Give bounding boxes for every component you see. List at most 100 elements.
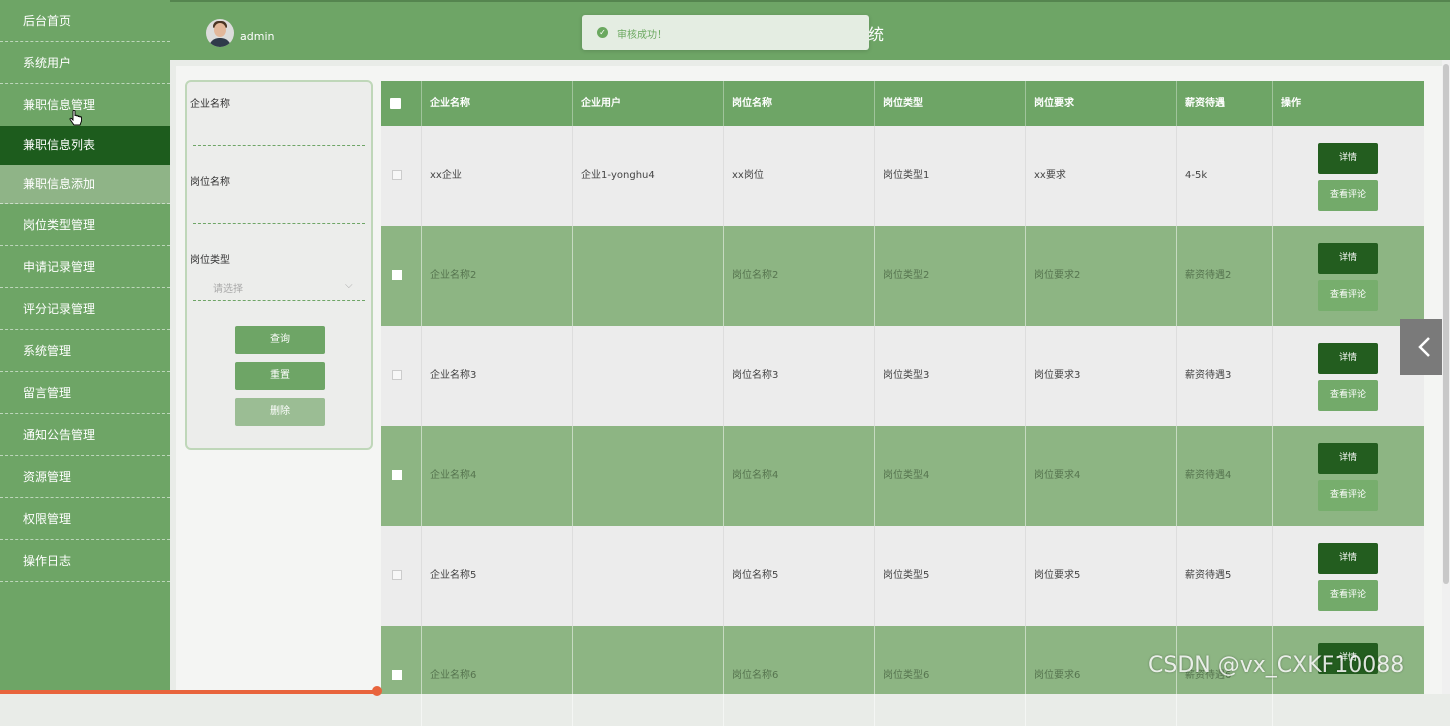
cell-job: 岗位名称3 xyxy=(724,326,875,426)
hand-cursor-icon xyxy=(69,110,82,126)
column-header: 薪资待遇 xyxy=(1177,81,1273,126)
sidebar-item-resources[interactable]: 资源管理 xyxy=(0,456,170,498)
cell-job: 岗位名称4 xyxy=(724,426,875,526)
detail-button[interactable]: 详情 xyxy=(1318,443,1378,474)
cell-company: 企业名称6 xyxy=(422,626,573,726)
sidebar: 后台首页 系统用户 兼职信息管理 兼职信息列表 兼职信息添加 岗位类型管理 申请… xyxy=(0,0,170,694)
sidebar-item-system-users[interactable]: 系统用户 xyxy=(0,42,170,84)
row-checkbox[interactable] xyxy=(392,570,402,580)
cell-user xyxy=(573,226,724,326)
view-comments-button[interactable]: 查看评论 xyxy=(1318,480,1378,511)
cell-salary: 薪资待遇5 xyxy=(1177,526,1273,626)
sidebar-item-permissions[interactable]: 权限管理 xyxy=(0,498,170,540)
sidebar-item-system-management[interactable]: 系统管理 xyxy=(0,330,170,372)
cell-job: 岗位名称2 xyxy=(724,226,875,326)
job-name-input[interactable] xyxy=(193,223,365,224)
username-label[interactable]: admin xyxy=(240,30,274,43)
avatar[interactable] xyxy=(206,19,234,47)
site-title: 统 xyxy=(868,25,885,44)
sidebar-item-job-type[interactable]: 岗位类型管理 xyxy=(0,204,170,246)
delete-button[interactable]: 删除 xyxy=(235,398,325,426)
cell-user xyxy=(573,426,724,526)
cell-salary: 薪资待遇3 xyxy=(1177,326,1273,426)
table-row: 企业名称5 岗位名称5 岗位类型5 岗位要求5 薪资待遇5 详情 查看评论 xyxy=(381,526,1424,626)
column-header: 操作 xyxy=(1281,98,1301,109)
cell-type: 岗位类型6 xyxy=(875,626,1026,726)
cell-user xyxy=(573,626,724,726)
sidebar-item-application-records[interactable]: 申请记录管理 xyxy=(0,246,170,288)
detail-button[interactable]: 详情 xyxy=(1318,543,1378,574)
view-comments-button[interactable]: 查看评论 xyxy=(1318,280,1378,311)
check-circle-icon: ✓ xyxy=(597,27,608,38)
job-type-select-underline xyxy=(193,300,365,301)
view-comments-button[interactable]: 查看评论 xyxy=(1318,180,1378,211)
sidebar-subitem-parttime-list[interactable]: 兼职信息列表 xyxy=(0,126,170,165)
table-row: xx企业 企业1-yonghu4 xx岗位 岗位类型1 xx要求 4-5k 详情… xyxy=(381,126,1424,226)
query-button[interactable]: 查询 xyxy=(235,326,325,354)
cell-company: 企业名称2 xyxy=(422,226,573,326)
cell-salary: 4-5k xyxy=(1177,126,1273,226)
detail-button[interactable]: 详情 xyxy=(1318,243,1378,274)
cell-company: 企业名称5 xyxy=(422,526,573,626)
view-comments-button[interactable]: 查看评论 xyxy=(1318,580,1378,611)
cell-type: 岗位类型4 xyxy=(875,426,1026,526)
sidebar-item-home[interactable]: 后台首页 xyxy=(0,0,170,42)
company-name-input[interactable] xyxy=(193,145,365,146)
row-checkbox[interactable] xyxy=(392,470,402,480)
scrollbar-thumb[interactable] xyxy=(1443,64,1449,584)
column-header: 岗位要求 xyxy=(1026,81,1177,126)
job-name-label: 岗位名称 xyxy=(190,177,230,188)
table-row: 企业名称4 岗位名称4 岗位类型4 岗位要求4 薪资待遇4 详情 查看评论 xyxy=(381,426,1424,526)
cell-user xyxy=(573,326,724,426)
progress-bar xyxy=(0,690,380,694)
cell-type: 岗位类型3 xyxy=(875,326,1026,426)
cell-job: 岗位名称6 xyxy=(724,626,875,726)
cell-user: 企业1-yonghu4 xyxy=(573,126,724,226)
column-header: 岗位类型 xyxy=(875,81,1026,126)
cell-type: 岗位类型5 xyxy=(875,526,1026,626)
cell-requirement: xx要求 xyxy=(1026,126,1177,226)
sidebar-item-operation-log[interactable]: 操作日志 xyxy=(0,540,170,582)
column-header: 企业名称 xyxy=(422,81,573,126)
cell-type: 岗位类型1 xyxy=(875,126,1026,226)
cell-salary: 薪资待遇2 xyxy=(1177,226,1273,326)
header-select-all xyxy=(381,81,422,126)
view-comments-button[interactable]: 查看评论 xyxy=(1318,380,1378,411)
table-row: 企业名称3 岗位名称3 岗位类型3 岗位要求3 薪资待遇3 详情 查看评论 xyxy=(381,326,1424,426)
row-checkbox[interactable] xyxy=(392,370,402,380)
cell-requirement: 岗位要求3 xyxy=(1026,326,1177,426)
row-checkbox[interactable] xyxy=(392,670,402,680)
sidebar-item-rating-records[interactable]: 评分记录管理 xyxy=(0,288,170,330)
chevron-down-icon[interactable]: ⌵ xyxy=(345,280,353,291)
column-header: 企业用户 xyxy=(573,81,724,126)
chevron-left-icon xyxy=(1418,337,1430,357)
sidebar-item-parttime-management[interactable]: 兼职信息管理 xyxy=(0,84,170,126)
success-toast: ✓ 审核成功！ xyxy=(582,15,869,50)
cell-company: 企业名称3 xyxy=(422,326,573,426)
row-checkbox[interactable] xyxy=(392,170,402,180)
progress-handle[interactable] xyxy=(372,686,382,696)
cell-requirement: 岗位要求5 xyxy=(1026,526,1177,626)
sidebar-subitem-parttime-add[interactable]: 兼职信息添加 xyxy=(0,165,170,204)
search-panel: 企业名称 岗位名称 岗位类型 请选择 ⌵ 查询 重置 删除 xyxy=(185,80,373,450)
cell-salary: 薪资待遇4 xyxy=(1177,426,1273,526)
row-checkbox[interactable] xyxy=(392,270,402,280)
detail-button[interactable]: 详情 xyxy=(1318,143,1378,174)
toast-message: 审核成功！ xyxy=(617,30,667,41)
cell-user xyxy=(573,526,724,626)
table-row: 企业名称2 岗位名称2 岗位类型2 岗位要求2 薪资待遇2 详情 查看评论 xyxy=(381,226,1424,326)
column-header: 岗位名称 xyxy=(724,81,875,126)
cell-job: 岗位名称5 xyxy=(724,526,875,626)
cell-job: xx岗位 xyxy=(724,126,875,226)
cell-company: xx企业 xyxy=(422,126,573,226)
select-all-checkbox[interactable] xyxy=(390,98,401,109)
table-header: 企业名称 企业用户 岗位名称 岗位类型 岗位要求 薪资待遇 操作 xyxy=(381,81,1424,126)
sidebar-item-notices[interactable]: 通知公告管理 xyxy=(0,414,170,456)
cell-type: 岗位类型2 xyxy=(875,226,1026,326)
job-type-label: 岗位类型 xyxy=(190,255,230,266)
detail-button[interactable]: 详情 xyxy=(1318,343,1378,374)
job-type-select[interactable]: 请选择 xyxy=(213,280,243,295)
cell-requirement: 岗位要求2 xyxy=(1026,226,1177,326)
sidebar-item-messages[interactable]: 留言管理 xyxy=(0,372,170,414)
reset-button[interactable]: 重置 xyxy=(235,362,325,390)
